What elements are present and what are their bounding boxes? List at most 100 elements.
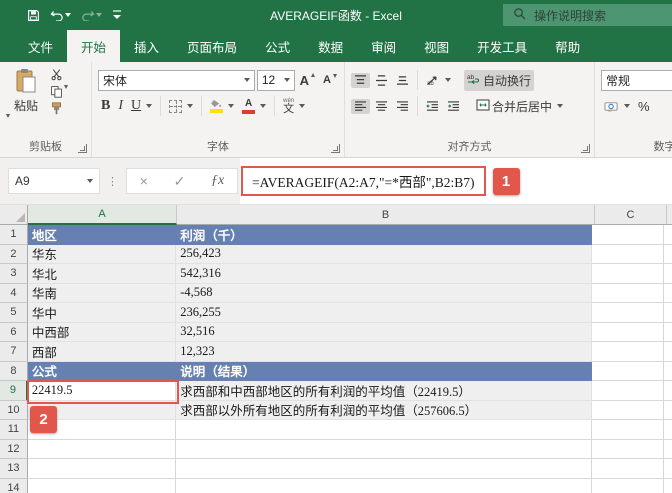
cell-c2[interactable] bbox=[592, 245, 664, 265]
cut-button[interactable] bbox=[50, 68, 68, 81]
format-painter-button[interactable] bbox=[50, 102, 68, 115]
font-size-combo[interactable]: 12 bbox=[257, 70, 295, 91]
tab-developer[interactable]: 开发工具 bbox=[463, 30, 541, 62]
align-right-button[interactable] bbox=[393, 99, 412, 114]
number-format-combo[interactable]: 常规 bbox=[601, 70, 672, 91]
insert-function-icon[interactable]: ƒx bbox=[211, 173, 224, 189]
cell-c11[interactable] bbox=[592, 420, 664, 440]
top-align-button[interactable] bbox=[351, 73, 370, 88]
accounting-format-button[interactable] bbox=[601, 98, 633, 115]
row-header-3[interactable]: 3 bbox=[0, 264, 28, 284]
redo-button[interactable] bbox=[78, 7, 105, 23]
cell-c13[interactable] bbox=[592, 459, 664, 479]
cell-b11[interactable] bbox=[176, 420, 592, 440]
paste-button[interactable]: 粘贴 bbox=[6, 66, 46, 139]
row-header-6[interactable]: 6 bbox=[0, 323, 28, 343]
tab-insert[interactable]: 插入 bbox=[120, 30, 173, 62]
cell-b5[interactable]: 236,255 bbox=[176, 303, 592, 323]
cell-c1[interactable] bbox=[592, 225, 664, 245]
cell-a8[interactable]: 公式 bbox=[28, 362, 176, 382]
row-header-7[interactable]: 7 bbox=[0, 342, 28, 362]
cell-a13[interactable] bbox=[28, 459, 176, 479]
cell-a14[interactable] bbox=[28, 479, 176, 493]
customize-quick-access-icon[interactable] bbox=[109, 7, 125, 23]
row-header-11[interactable]: 11 bbox=[0, 420, 28, 440]
tab-help[interactable]: 帮助 bbox=[541, 30, 594, 62]
merge-center-button[interactable]: 合并后居中 bbox=[473, 96, 566, 117]
formula-input[interactable]: =AVERAGEIF(A2:A7,"=*西部",B2:B7) 1 bbox=[240, 158, 672, 204]
row-header-5[interactable]: 5 bbox=[0, 303, 28, 323]
bottom-align-button[interactable] bbox=[393, 73, 412, 88]
cell-b3[interactable]: 542,316 bbox=[176, 264, 592, 284]
row-header-4[interactable]: 4 bbox=[0, 284, 28, 304]
middle-align-button[interactable] bbox=[372, 73, 391, 88]
phonetic-guide-button[interactable]: wén文 bbox=[280, 96, 308, 117]
font-dialog-launcher-icon[interactable] bbox=[331, 144, 340, 153]
tab-view[interactable]: 视图 bbox=[410, 30, 463, 62]
decrease-indent-button[interactable] bbox=[423, 99, 442, 114]
bold-button[interactable]: B bbox=[98, 96, 113, 116]
cell-b12[interactable] bbox=[176, 440, 592, 460]
cell-c9[interactable] bbox=[592, 381, 664, 401]
cell-c7[interactable] bbox=[592, 342, 664, 362]
column-header-c[interactable]: C bbox=[595, 205, 667, 225]
row-header-2[interactable]: 2 bbox=[0, 245, 28, 265]
select-all-corner[interactable] bbox=[0, 205, 28, 225]
cell-b4[interactable]: -4,568 bbox=[176, 284, 592, 304]
enter-icon[interactable]: ✓ bbox=[174, 173, 186, 190]
save-icon[interactable] bbox=[24, 7, 43, 24]
cell-b6[interactable]: 32,516 bbox=[176, 323, 592, 343]
tab-home[interactable]: 开始 bbox=[67, 30, 120, 62]
underline-button[interactable]: U bbox=[128, 96, 155, 116]
increase-indent-button[interactable] bbox=[444, 99, 463, 114]
cancel-icon[interactable]: × bbox=[140, 173, 148, 189]
cell-a12[interactable] bbox=[28, 440, 176, 460]
cell-a3[interactable]: 华北 bbox=[28, 264, 176, 284]
formula-bar-splitter[interactable]: ⋮ bbox=[100, 175, 126, 188]
font-name-combo[interactable]: 宋体 bbox=[98, 70, 255, 91]
row-header-13[interactable]: 13 bbox=[0, 459, 28, 479]
tab-formulas[interactable]: 公式 bbox=[251, 30, 304, 62]
cell-a7[interactable]: 西部 bbox=[28, 342, 176, 362]
cell-c4[interactable] bbox=[592, 284, 664, 304]
undo-button[interactable] bbox=[47, 7, 74, 23]
orientation-button[interactable]: ab bbox=[423, 72, 454, 88]
row-header-8[interactable]: 8 bbox=[0, 362, 28, 382]
column-header-b[interactable]: B bbox=[177, 205, 595, 225]
row-header-12[interactable]: 12 bbox=[0, 440, 28, 460]
tell-me-search-box[interactable]: 操作说明搜索 bbox=[503, 4, 672, 26]
italic-button[interactable]: I bbox=[115, 96, 126, 116]
column-header-d[interactable] bbox=[667, 205, 672, 225]
cell-b8[interactable]: 说明（结果） bbox=[176, 362, 592, 382]
alignment-dialog-launcher-icon[interactable] bbox=[581, 144, 590, 153]
tab-page-layout[interactable]: 页面布局 bbox=[173, 30, 251, 62]
increase-font-size-button[interactable]: A bbox=[297, 71, 318, 90]
cell-b13[interactable] bbox=[176, 459, 592, 479]
cell-c10[interactable] bbox=[592, 401, 664, 421]
align-left-button[interactable] bbox=[351, 99, 370, 114]
clipboard-dialog-launcher-icon[interactable] bbox=[78, 144, 87, 153]
tab-review[interactable]: 审阅 bbox=[357, 30, 410, 62]
cell-b7[interactable]: 12,323 bbox=[176, 342, 592, 362]
cell-a2[interactable]: 华东 bbox=[28, 245, 176, 265]
decrease-font-size-button[interactable]: A bbox=[320, 72, 340, 88]
cell-b2[interactable]: 256,423 bbox=[176, 245, 592, 265]
cell-c8[interactable] bbox=[592, 362, 664, 382]
name-box[interactable]: A9 bbox=[8, 168, 100, 194]
row-header-9[interactable]: 9 bbox=[0, 381, 28, 401]
cell-b10[interactable]: 求西部以外所有地区的所有利润的平均值（257606.5） bbox=[176, 401, 592, 421]
cell-b1[interactable]: 利润（千） bbox=[176, 225, 592, 245]
cell-a6[interactable]: 中西部 bbox=[28, 323, 176, 343]
row-header-10[interactable]: 10 bbox=[0, 401, 28, 421]
center-button[interactable] bbox=[372, 99, 391, 114]
cell-c14[interactable] bbox=[592, 479, 664, 493]
cell-a1[interactable]: 地区 bbox=[28, 225, 176, 245]
cell-a4[interactable]: 华南 bbox=[28, 284, 176, 304]
cell-a5[interactable]: 华中 bbox=[28, 303, 176, 323]
cell-c3[interactable] bbox=[592, 264, 664, 284]
row-header-1[interactable]: 1 bbox=[0, 225, 28, 245]
cell-c12[interactable] bbox=[592, 440, 664, 460]
column-header-a[interactable]: A bbox=[28, 205, 177, 225]
cell-b9[interactable]: 求西部和中西部地区的所有利润的平均值（22419.5） bbox=[176, 381, 592, 401]
tab-data[interactable]: 数据 bbox=[304, 30, 357, 62]
